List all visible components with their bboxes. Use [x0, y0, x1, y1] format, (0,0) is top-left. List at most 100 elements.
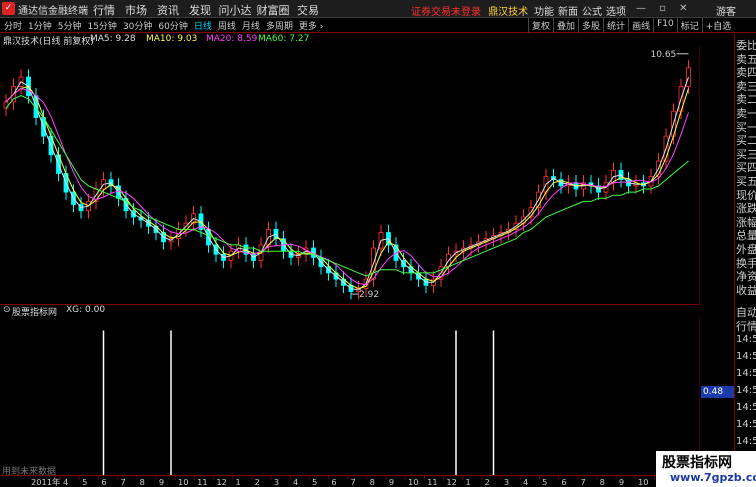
login-alert[interactable]: 证券交易未登录 鼎汉技术	[411, 3, 528, 18]
date-tick-label: 10	[638, 477, 649, 487]
menu-wealth[interactable]: 财富圈	[254, 2, 292, 18]
date-tick-label: 5	[312, 477, 317, 487]
high-price-label: 10.65	[651, 50, 677, 60]
menu-ask[interactable]: 问小达	[216, 2, 254, 18]
price-chart[interactable]: 10.009.008.007.006.005.004.003.00 10.652…	[0, 46, 700, 304]
period-tab-5[interactable]: 60分钟	[156, 19, 189, 32]
period-tab-8[interactable]: 月线	[240, 19, 262, 32]
indicator-header: ⊙ 股票指标网 XG: 0.00	[0, 304, 700, 318]
date-tick-label: 4	[63, 477, 68, 487]
watermark-url: www.7gpzb.com	[670, 471, 756, 484]
date-tick-label: 2011年	[31, 477, 60, 487]
period-tab-4[interactable]: 30分钟	[121, 19, 154, 32]
date-tick-label: 4	[523, 477, 528, 487]
trade-panel-title[interactable]: 行情	[736, 318, 756, 334]
period-tab-3[interactable]: 15分钟	[85, 19, 118, 32]
ma5-line	[5, 76, 689, 291]
date-tick-label: 11	[427, 477, 438, 487]
trade-time: 14:50	[736, 351, 756, 362]
candle	[3, 94, 9, 116]
guest-login[interactable]: 游客	[716, 3, 736, 18]
period-tab-0[interactable]: 分时	[2, 19, 24, 32]
low-price-label: 2.92	[359, 290, 379, 300]
date-tick-label: 6	[331, 477, 336, 487]
date-tick-label: 9	[389, 477, 394, 487]
tool-button-5[interactable]: F10	[653, 18, 677, 33]
tool-button-0[interactable]: 复权	[528, 18, 553, 33]
date-tick-label: 4	[293, 477, 298, 487]
menu-quotes[interactable]: 行情	[88, 2, 120, 18]
date-tick-label: 8	[370, 477, 375, 487]
menu-discover[interactable]: 发现	[184, 2, 216, 18]
tool-button-7[interactable]: +自选	[701, 18, 735, 33]
ma10-label: MA10: 9.03	[146, 34, 198, 44]
date-tick-label: 2	[485, 477, 490, 487]
candle-body	[686, 67, 691, 87]
date-tick-label: 7	[121, 477, 126, 487]
period-tab-10[interactable]: 更多 ›	[297, 19, 325, 32]
trade-time: 14:50	[736, 419, 756, 430]
trade-time: 14:50	[736, 334, 756, 345]
menu-new-page[interactable]: 新面	[556, 3, 580, 18]
stock-name: 鼎汉技术	[488, 7, 529, 18]
trade-time: 14:50	[736, 436, 756, 447]
title-bar: ✓ 通达信金融终端 行情 市场 资讯 发现 问小达 财富圈 交易 证券交易未登录…	[0, 0, 756, 18]
date-tick-label: 12	[216, 477, 227, 487]
date-tick-label: 10	[178, 477, 189, 487]
trade-time: 14:50	[736, 385, 756, 396]
ma20-label: MA20: 8.59	[206, 34, 258, 44]
date-tick-label: 8	[140, 477, 145, 487]
chart-tools: 复权 叠加 多股 统计 画线 F10 标记 +自选	[528, 18, 734, 33]
indicator-value: XG: 0.00	[66, 305, 106, 315]
date-tick-label: 9	[159, 477, 164, 487]
indicator-chart[interactable]: 1.000.800.600.400.20	[0, 316, 700, 476]
quote-panel: 委比 卖五 卖四 卖三 卖二 卖一 买一 买二 买三 买四 买五 现价 涨跌 涨幅 总量 外盘 换手 净资 收益 自动…	[734, 34, 756, 487]
date-tick-label: 7	[581, 477, 586, 487]
app-logo-icon: ✓	[2, 2, 15, 15]
indicator-cursor-value: 0.48	[701, 386, 734, 398]
ma60-label: MA60: 7.27	[258, 34, 310, 44]
menu-trade[interactable]: 交易	[292, 2, 324, 18]
trade-time: 14:50	[736, 402, 756, 413]
date-tick-label: 3	[274, 477, 279, 487]
tool-button-2[interactable]: 多股	[578, 18, 603, 33]
tool-button-3[interactable]: 统计	[603, 18, 628, 33]
menu-options[interactable]: 选项	[604, 3, 628, 18]
menu-formula[interactable]: 公式	[580, 3, 604, 18]
period-tabs: 分时 1分钟 5分钟 15分钟 30分钟 60分钟 日线 周线 月线 多周期 更多 ›	[2, 19, 327, 32]
date-tick-label: 8	[600, 477, 605, 487]
ma10-line	[5, 85, 689, 290]
date-tick-label: 9	[619, 477, 624, 487]
period-tab-1[interactable]: 1分钟	[26, 19, 54, 32]
watermark-title: 股票指标网	[662, 455, 732, 471]
date-tick-label: 1	[236, 477, 241, 487]
main-menu: 行情 市场 资讯 发现 问小达 财富圈 交易	[88, 2, 324, 18]
quote-field-label: 收益	[736, 283, 756, 297]
tool-button-6[interactable]: 标记	[676, 18, 702, 33]
menu-functions[interactable]: 功能	[532, 3, 556, 18]
period-tab-7[interactable]: 周线	[216, 19, 238, 32]
date-tick-label: 7	[351, 477, 356, 487]
main-chart-header: 鼎汉技术(日线 前复权) MA5: 9.28 MA10: 9.03 MA20: …	[0, 34, 700, 47]
tool-button-4[interactable]: 画线	[628, 18, 653, 33]
period-tab-2[interactable]: 5分钟	[56, 19, 84, 32]
date-tick-label: 6	[101, 477, 106, 487]
date-tick-label: 11	[197, 477, 208, 487]
period-toolbar: 分时 1分钟 5分钟 15分钟 30分钟 60分钟 日线 周线 月线 多周期 更多 › 复权 叠加 多股…	[0, 18, 756, 33]
date-tick-label: 3	[504, 477, 509, 487]
date-tick-label: 2	[255, 477, 260, 487]
trade-time: 14:50	[736, 368, 756, 379]
app-name: 通达信金融终端	[18, 6, 88, 17]
watermark: 股票指标网 www.7gpzb.com	[656, 451, 756, 487]
indicator-dropdown-icon[interactable]: ⊙	[3, 305, 11, 315]
window-controls[interactable]: — ▫ ✕	[636, 3, 693, 14]
menu-news[interactable]: 资讯	[152, 2, 184, 18]
date-tick-label: 10	[408, 477, 419, 487]
tool-button-1[interactable]: 叠加	[553, 18, 578, 33]
menu-market[interactable]: 市场	[120, 2, 152, 18]
date-tick-label: 6	[561, 477, 566, 487]
right-menu: 功能 新面 公式 选项	[532, 3, 628, 18]
period-tab-9[interactable]: 多周期	[264, 19, 295, 32]
period-tab-6[interactable]: 日线	[192, 19, 214, 32]
date-tick-label: 1	[466, 477, 471, 487]
